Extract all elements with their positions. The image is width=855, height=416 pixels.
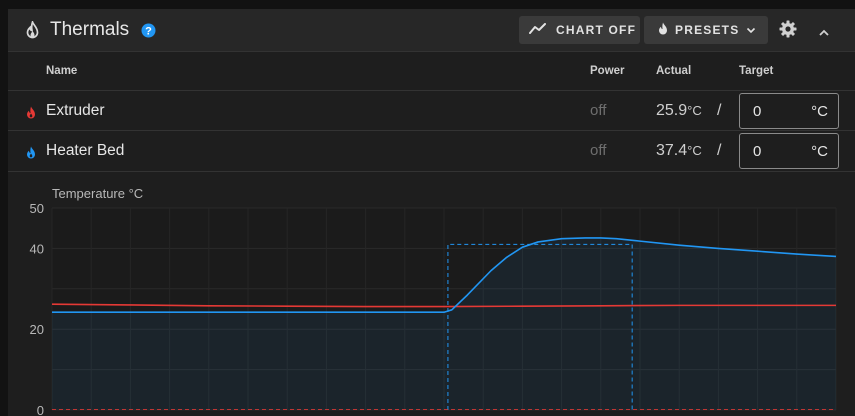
y-tick-label: 0 — [37, 403, 44, 416]
thermals-card: Thermals ? CHART OFF PRESETS Name Power … — [8, 9, 855, 416]
y-tick-label: 20 — [30, 322, 44, 337]
y-tick-label: 50 — [30, 201, 44, 216]
y-tick-label: 40 — [30, 241, 44, 256]
temperature-chart: 0 20 40 50 — [30, 201, 837, 416]
